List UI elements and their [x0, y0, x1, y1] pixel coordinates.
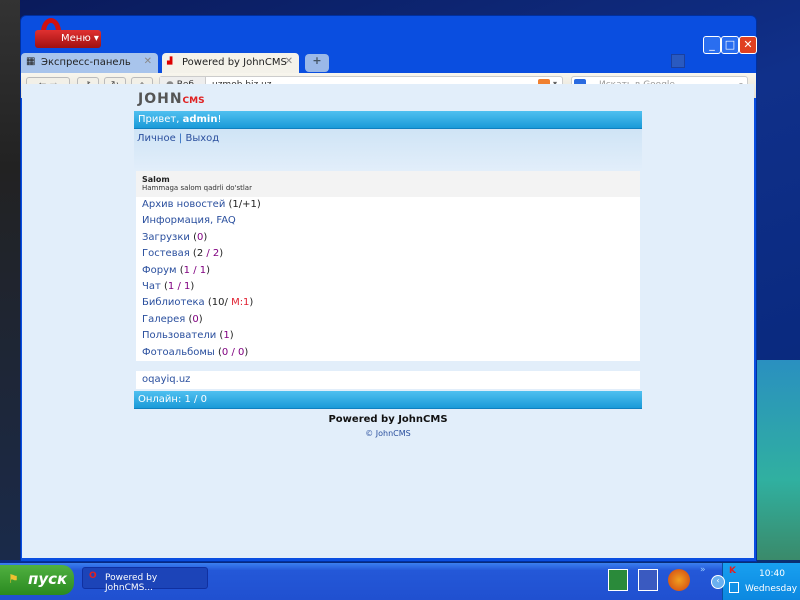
count-close: ) — [249, 297, 254, 309]
excel-icon[interactable] — [608, 569, 628, 591]
menu-link[interactable]: Галерея — [142, 314, 185, 325]
menu-link[interactable]: Чат — [142, 281, 161, 292]
menu-link[interactable]: Информация, FAQ — [142, 215, 236, 226]
clock-time[interactable]: 10:40 — [759, 569, 785, 579]
profile-link[interactable]: Личное — [137, 133, 176, 144]
count-close: ) — [244, 346, 249, 358]
logout-link[interactable]: Выход — [185, 133, 219, 144]
news-title: Salom — [142, 175, 170, 184]
close-tab-icon[interactable]: ✕ — [285, 56, 293, 67]
menu-item: Галерея (0) — [136, 312, 640, 328]
menu-link[interactable]: Архив новостей — [142, 199, 225, 210]
start-label: пуск — [28, 570, 68, 588]
menu-item: Пользователи (1) — [136, 328, 640, 344]
greeting-suffix: ! — [217, 114, 222, 125]
windows-logo-icon: ⚑ — [8, 572, 19, 586]
favicon-icon: ▟ — [167, 57, 173, 65]
menu-link[interactable]: Загрузки — [142, 232, 190, 243]
count-close: ) — [206, 264, 211, 276]
taskbar: ⚑ пуск O Powered by JohnCMS... » ‹ K 10:40… — [0, 563, 800, 600]
menu-count: 10/ — [211, 297, 232, 309]
close-tab-icon[interactable]: ✕ — [144, 56, 152, 67]
count-close: ) — [190, 280, 195, 292]
menu-link[interactable]: Фотоальбомы — [142, 347, 215, 358]
count-open: ( — [189, 231, 198, 243]
menu-link[interactable]: Форум — [142, 265, 177, 276]
new-tab-button[interactable]: + — [305, 54, 329, 72]
menu-count: / 0 — [228, 346, 245, 358]
site-link[interactable]: oqayiq.uz — [142, 374, 190, 385]
menu-item: Архив новостей (1/+1) — [136, 197, 640, 213]
menu-item: Загрузки (0) — [136, 230, 640, 246]
tray-app-icon[interactable] — [729, 582, 739, 593]
count-open: ( — [176, 264, 184, 276]
tab-johncms[interactable]: ▟ Powered by JohnCMS ✕ — [162, 53, 299, 73]
firefox-icon[interactable] — [668, 569, 690, 591]
logo-john: JOHN — [138, 91, 183, 107]
page-viewport: JOHNCMS Привет, admin! Личное | Выход Sa… — [22, 84, 754, 558]
taskbar-item-browser[interactable]: O Powered by JohnCMS... — [82, 567, 208, 593]
desktop-icons-strip — [0, 0, 20, 560]
tab-speed-dial[interactable]: ▦ Экспресс-панель ✕ — [21, 53, 158, 73]
menu-item: Фотоальбомы (0 / 0) — [136, 345, 640, 361]
clock-day[interactable]: Wednesday — [745, 584, 797, 594]
online-bar: Онлайн: 1 / 0 — [134, 390, 642, 409]
greeting-user: admin — [182, 114, 218, 125]
task-label: Powered by JohnCMS... — [105, 573, 158, 593]
count-open: ( — [214, 346, 222, 358]
powered-by: Powered by JohnCMS — [328, 413, 448, 425]
count-close: ) — [219, 248, 224, 260]
word-icon[interactable] — [638, 569, 658, 591]
desktop-wallpaper — [756, 360, 800, 560]
greeting-bar: Привет, admin! — [134, 111, 642, 129]
kaspersky-icon[interactable]: K — [729, 566, 736, 576]
menu-count: M:1 — [231, 297, 250, 309]
johncms-logo: JOHNCMS — [134, 84, 642, 111]
count-open: ( — [160, 280, 168, 292]
menu-count: /+1 — [238, 199, 257, 210]
menu-item: Информация, FAQ — [136, 213, 640, 229]
menu-item: Форум (1 / 1) — [136, 263, 640, 279]
menu-item: Чат (1 / 1) — [136, 279, 640, 295]
news-text: Hammaga salom qadrli do'stlar — [142, 184, 252, 192]
news-block: Salom Hammaga salom qadrli do'stlar — [136, 171, 640, 197]
menu-link[interactable]: Гостевая — [142, 248, 190, 259]
count-close: ) — [203, 231, 208, 243]
main-menu: Архив новостей (1/+1) Информация, FAQ Загр… — [136, 197, 640, 361]
grid-icon: ▦ — [26, 56, 36, 67]
count-open: ( — [189, 248, 197, 260]
opera-menu-button[interactable]: Меню ▾ — [35, 30, 101, 48]
menu-label: Меню — [61, 33, 91, 44]
trash-icon[interactable] — [671, 54, 685, 68]
start-button[interactable]: ⚑ пуск — [0, 565, 74, 595]
menu-item: Библиотека (10/ M:1) — [136, 295, 640, 311]
logo-cms: CMS — [182, 96, 205, 106]
site-link-block: oqayiq.uz — [136, 370, 640, 389]
tab-label: Powered by JohnCMS — [182, 57, 287, 68]
expand-tray-icon[interactable]: ‹ — [711, 575, 725, 589]
opera-icon: O — [89, 571, 97, 581]
more-icon[interactable]: » — [700, 565, 706, 575]
menu-item: Гостевая (2 / 2) — [136, 246, 640, 262]
online-count[interactable]: Онлайн: 1 / 0 — [138, 394, 207, 405]
menu-count: / 2 — [203, 248, 220, 260]
tab-bar: ▦ Экспресс-панель ✕ ▟ Powered by JohnCMS ✕ + — [21, 51, 756, 73]
menu-link[interactable]: Библиотека — [142, 297, 205, 308]
system-tray: ‹ K 10:40 Wednesday — [711, 563, 800, 600]
menu-count: / 1 — [190, 264, 207, 276]
menu-count: / 1 — [174, 280, 191, 292]
menu-link[interactable]: Пользователи — [142, 330, 216, 341]
browser-window: Меню ▾ _ □ ✕ ▦ Экспресс-панель ✕ ▟ Powered … — [20, 15, 757, 562]
greeting-prefix: Привет, — [138, 114, 183, 125]
count-close: ) — [229, 330, 234, 342]
johncms-page: JOHNCMS Привет, admin! Личное | Выход Sa… — [134, 84, 642, 438]
count-open: ( — [204, 297, 212, 309]
user-links: Личное | Выход — [134, 129, 642, 171]
copyright-link[interactable]: © JohnCMS — [134, 429, 642, 438]
tab-label: Экспресс-панель — [41, 57, 131, 68]
count-close: ) — [256, 199, 261, 210]
count-close: ) — [198, 313, 203, 325]
